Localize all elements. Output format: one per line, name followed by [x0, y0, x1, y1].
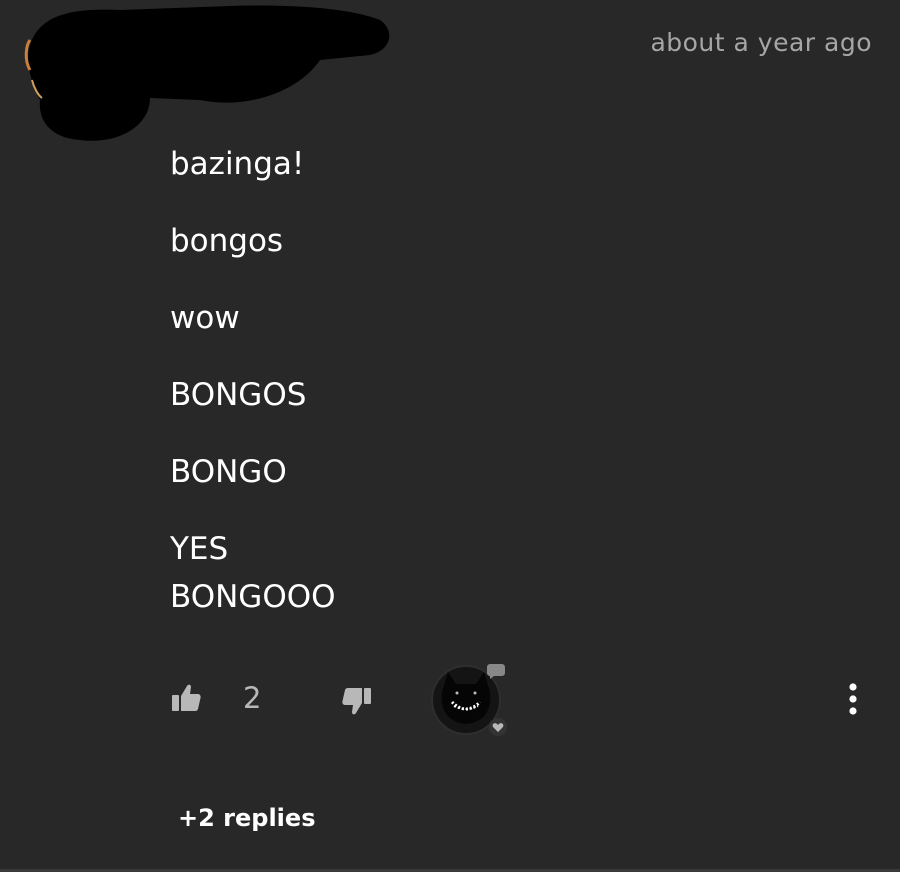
comment-body: bazinga! bongos wow BONGOS BONGO YES BON… — [170, 144, 790, 654]
creator-heart-avatar-icon — [431, 664, 507, 736]
redacted-author-area — [24, 5, 390, 141]
comment-line: BONGO — [170, 454, 287, 490]
like-count: 2 — [243, 681, 262, 715]
thumbs-up-icon[interactable] — [170, 683, 202, 713]
view-replies-link[interactable]: +2 replies — [178, 804, 315, 832]
comment-line: YES — [170, 531, 229, 567]
comment-timestamp: about a year ago — [650, 28, 872, 57]
comment-line: wow — [170, 300, 240, 336]
vertical-ellipsis-icon[interactable] — [840, 682, 866, 716]
comment-line: BONGOOO — [170, 579, 336, 615]
comment-line: bongos — [170, 223, 284, 259]
comment-line: BONGOS — [170, 377, 307, 413]
comment-line: bazinga! — [170, 146, 305, 182]
thumbs-down-icon[interactable] — [341, 686, 373, 716]
